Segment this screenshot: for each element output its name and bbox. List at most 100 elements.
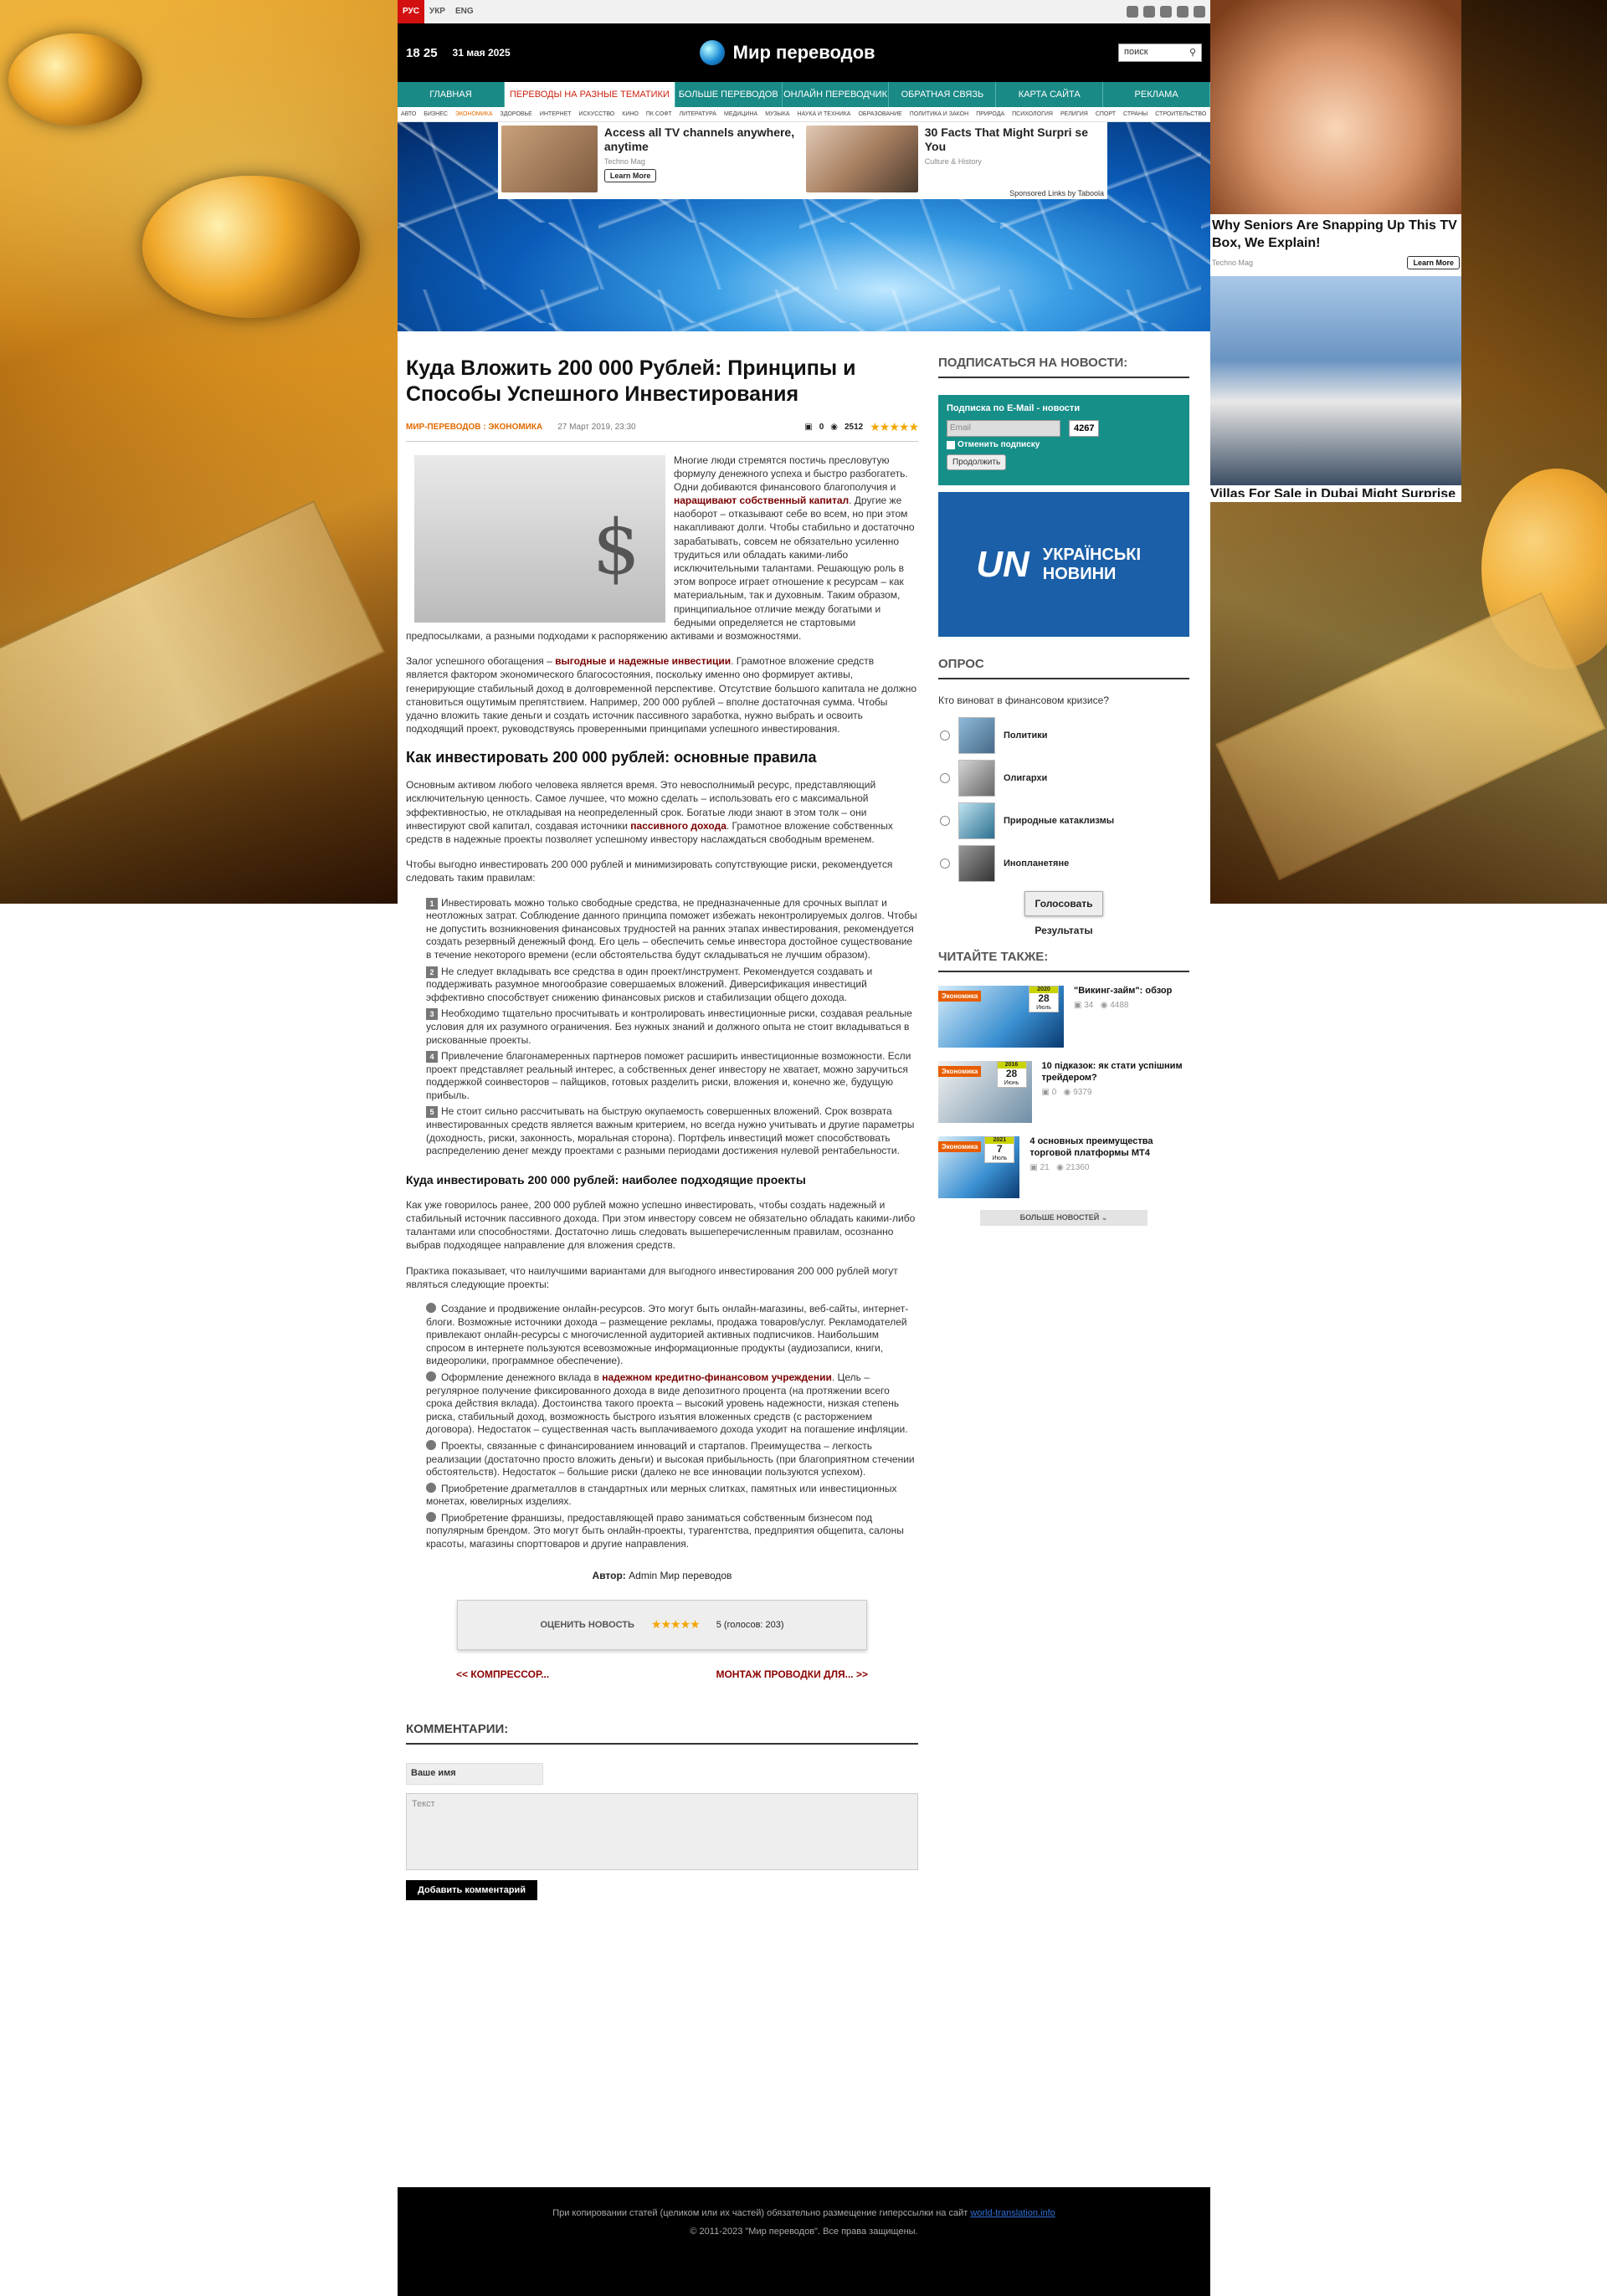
sponsored-label[interactable]: Sponsored Links by Taboola [1009,189,1104,197]
nav-ads[interactable]: РЕКЛАМА [1103,82,1211,107]
subnav-item[interactable]: БИЗНЕС [424,111,448,117]
subnav-item[interactable]: ИНТЕРНЕТ [540,111,572,117]
comment-textarea[interactable]: Текст [406,1792,918,1870]
article-category[interactable]: МИР-ПЕРЕВОДОВ : ЭКОНОМИКА [406,423,542,432]
partner-banner[interactable]: UN УКРАЇНСЬКІ НОВИНИ [938,492,1189,637]
subnav-item[interactable]: МЕДИЦИНА [724,111,757,117]
list-item: Оформление денежного вклада в надежном к… [426,1371,908,1436]
news-title[interactable]: "Викинг-займ": обзор [1074,986,1172,997]
subnav-item[interactable]: СТРАНЫ [1123,111,1147,117]
subnav-item[interactable]: ПОЛИТИКА И ЗАКОН [910,111,968,117]
subscriber-count: 4267 [1069,420,1100,437]
site-name: Мир переводов [732,42,875,63]
list-item: 3 Необходимо тщательно просчитывать и кон… [426,1007,912,1046]
twitter-icon[interactable] [1160,6,1172,18]
poll-option[interactable]: Политики [938,717,1189,754]
nav-translator[interactable]: ОНЛАЙН ПЕРЕВОДЧИК [783,82,890,107]
news-item[interactable]: Экономика 2016 28 Июнь 10 підказок: як стати… [938,1061,1189,1123]
news-thumbnail[interactable]: Экономика 2021 7 Июль [938,1136,1020,1198]
subnav-item[interactable]: ЭКОНОМИКА [455,111,493,117]
subnav-item[interactable]: ОБРАЗОВАНИЕ [858,111,901,117]
link-passive-income[interactable]: пассивного дохода [630,820,726,832]
subnav-item[interactable]: ИСКУССТВО [579,111,615,117]
subnav-item[interactable]: КИНО [622,111,639,117]
news-thumbnail[interactable]: Экономика 2020 28 Июль [938,986,1064,1048]
subnav-item[interactable]: РЕЛИГИЯ [1060,111,1088,117]
poll-option[interactable]: Природные катаклизмы [938,802,1189,839]
subnav-item[interactable]: МУЗЫКА [765,111,789,117]
paragraph: Практика показывает, что наилучшими вари… [406,1264,898,1290]
ad-facts[interactable]: 30 Facts That Might Surpri se You Cultur… [803,122,1107,199]
nav-sitemap[interactable]: КАРТА САЙТА [996,82,1104,107]
lang-en[interactable]: ENG [450,0,479,23]
add-comment-button[interactable]: Добавить комментарий [406,1879,538,1900]
vote-button[interactable]: Голосовать [1024,891,1103,916]
news-item[interactable]: Экономика 2021 7 Июль 4 основных преимуществ… [938,1136,1189,1198]
news-category: Экономика [938,1141,982,1152]
site-logo[interactable]: Мир переводов [699,40,875,65]
learn-more-button[interactable]: Learn More [1407,255,1460,269]
villa-image [1210,275,1461,485]
article-meta: МИР-ПЕРЕВОДОВ : ЭКОНОМИКА 27 Март 2019, … [406,420,919,442]
lang-ua[interactable]: УКР [424,0,450,23]
learn-more-button[interactable]: Learn More [603,168,657,182]
subnav-item[interactable]: НАУКА И ТЕХНИКА [798,111,851,117]
results-link[interactable]: Результаты [938,925,1189,936]
subnav-item[interactable]: ЛИТЕРАТУРА [679,111,716,117]
search-icon[interactable]: ⚲ [1189,47,1196,59]
poll-option[interactable]: Инопланетяне [938,845,1189,882]
lang-ru[interactable]: РУС [398,0,424,23]
youtube-icon[interactable] [1194,6,1205,18]
name-field[interactable]: Ваше имя [406,1762,543,1785]
link-capital[interactable]: наращивают собственный капитал [674,495,849,506]
eye-icon: ◉ [1063,1087,1071,1097]
radio-button[interactable] [940,730,950,741]
comments-heading: КОММЕНТАРИИ: [406,1722,918,1745]
banknote-decoration [1215,592,1605,881]
news-list: Экономика 2020 28 Июль "Викинг-займ": обзор ▣… [938,986,1189,1198]
nav-feedback[interactable]: ОБРАТНАЯ СВЯЗЬ [889,82,997,107]
email-field[interactable]: Email [947,420,1060,437]
site-footer: При копировании статей (целиком или их ч… [398,2187,1210,2296]
facebook-icon[interactable] [1143,6,1155,18]
ad-image [806,126,918,192]
subnav-item[interactable]: ПК СОФТ [646,111,672,117]
coin-decoration [8,33,142,126]
subnav-item[interactable]: СТРОИТЕЛЬСТВО [1155,111,1206,117]
paragraph: Чтобы выгодно инвестировать 200 000 рубл… [406,858,893,884]
search-input[interactable]: поиск ⚲ [1118,44,1202,62]
subnav-item[interactable]: СПОРТ [1096,111,1116,117]
next-article-link[interactable]: МОНТАЖ ПРОВОДКИ ДЛЯ... >> [716,1668,868,1680]
news-thumbnail[interactable]: Экономика 2016 28 Июнь [938,1061,1032,1123]
news-stats: ▣ 0 ◉ 9379 [1041,1087,1092,1097]
news-title[interactable]: 4 основных преимущества торговой платфор… [1029,1136,1189,1160]
prev-article-link[interactable]: << КОМПРЕССОР... [456,1668,549,1680]
nav-more[interactable]: БОЛЬШЕ ПЕРЕВОДОВ [675,82,783,107]
rating-stars-input[interactable]: ★★★★★ [651,1617,701,1632]
un-logo: UN [976,543,1029,585]
link-investments[interactable]: выгодные и надежные инвестиции [555,655,731,667]
nav-home[interactable]: ГЛАВНАЯ [398,82,505,107]
radio-button[interactable] [940,773,950,783]
news-item[interactable]: Экономика 2020 28 Июль "Викинг-займ": обзор ▣… [938,986,1189,1048]
radio-button[interactable] [940,816,950,826]
poll-option[interactable]: Олигархи [938,760,1189,797]
radio-button[interactable] [940,858,950,869]
right-ad[interactable]: Why Seniors Are Snapping Up This TV Box,… [1210,0,1461,502]
rating-stars[interactable]: ★★★★★ [870,420,919,434]
rss-icon[interactable] [1127,6,1138,18]
more-news-button[interactable]: БОЛЬШЕ НОВОСТЕЙ ⌄ [980,1210,1147,1226]
news-title[interactable]: 10 підказок: як стати успішним трейдером… [1042,1061,1189,1084]
pinterest-icon[interactable] [1177,6,1189,18]
nav-topics[interactable]: ПЕРЕВОДЫ НА РАЗНЫЕ ТЕМАТИКИ [504,82,675,107]
subnav-item[interactable]: ПРИРОДА [976,111,1004,117]
subnav-item[interactable]: АВТО [401,111,416,117]
footer-site-link[interactable]: world-translation.info [970,2208,1055,2218]
ad-tv-channels[interactable]: Access all TV channels anywhere, anytime… [498,122,803,199]
link-bank[interactable]: надежном кредитно-финансовом учреждении [602,1371,832,1383]
continue-button[interactable]: Продолжить [947,454,1007,470]
paragraph: Как уже говорилось ранее, 200 000 рублей… [406,1198,916,1252]
subnav-item[interactable]: ПСИХОЛОГИЯ [1012,111,1053,117]
unsubscribe-checkbox[interactable] [947,440,955,449]
subnav-item[interactable]: ЗДОРОВЬЕ [501,111,532,117]
